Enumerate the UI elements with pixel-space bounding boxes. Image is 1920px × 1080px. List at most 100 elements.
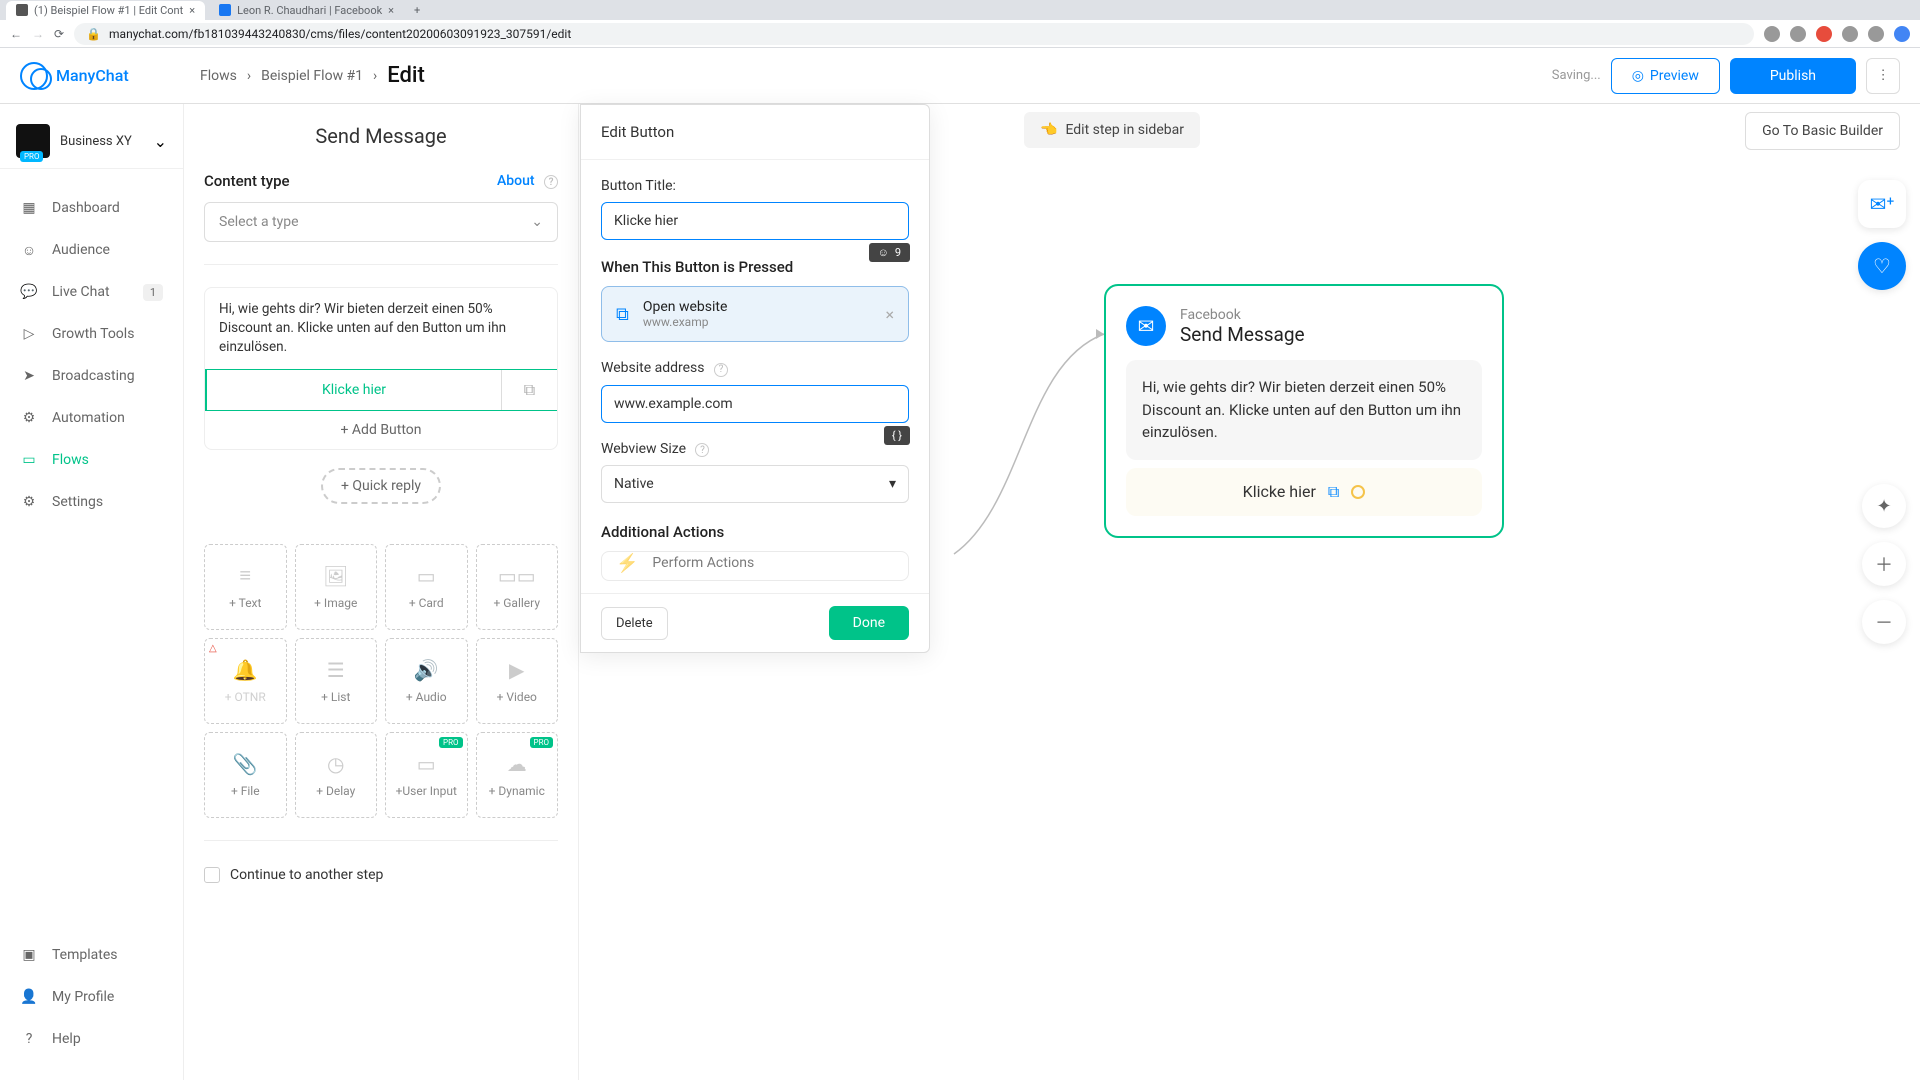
add-quick-reply[interactable]: + Quick reply: [321, 468, 441, 504]
sidebar-item-label: Automation: [52, 410, 125, 426]
add-step-button[interactable]: ✉⁺: [1858, 180, 1906, 228]
link-icon: ⧉: [501, 370, 557, 410]
action-card-open-website[interactable]: ⧉ Open website www.examp ×: [601, 286, 909, 342]
close-icon[interactable]: ×: [885, 305, 894, 324]
new-tab-button[interactable]: +: [408, 4, 426, 17]
extension-icon[interactable]: [1790, 26, 1806, 42]
button-title-input[interactable]: [601, 202, 909, 240]
extension-icon[interactable]: [1842, 26, 1858, 42]
back-icon[interactable]: ←: [10, 27, 22, 41]
action-subtitle: www.examp: [643, 315, 728, 329]
tile-dynamic[interactable]: PRO☁+ Dynamic: [476, 732, 559, 818]
sidebar-item-profile[interactable]: 👤My Profile: [0, 976, 183, 1018]
node-button[interactable]: Klicke hier ⧉: [1126, 468, 1482, 516]
sidebar-item-label: Broadcasting: [52, 368, 135, 384]
tile-card[interactable]: ▭+ Card: [385, 544, 468, 630]
message-block[interactable]: Hi, wie gehts dir? Wir bieten derzeit ei…: [204, 287, 558, 450]
zoom-out-button[interactable]: －: [1862, 600, 1906, 644]
insert-variable-button[interactable]: { }: [884, 426, 910, 445]
sidebar-item-help[interactable]: ?Help: [0, 1018, 183, 1060]
help-icon: ?: [544, 175, 558, 189]
heart-button[interactable]: ♡: [1858, 242, 1906, 290]
webview-size-select[interactable]: Native ▾: [601, 465, 909, 503]
tile-file[interactable]: 📎+ File: [204, 732, 287, 818]
about-label: About: [497, 173, 535, 189]
chevron-right-icon: ›: [373, 68, 377, 84]
badge-count: 1: [143, 284, 163, 301]
tile-audio[interactable]: 🔊+ Audio: [385, 638, 468, 724]
tile-otnr[interactable]: △🔔+ OTNR: [204, 638, 287, 724]
url-input[interactable]: 🔒 manychat.com/fb181039443240830/cms/fil…: [74, 23, 1754, 45]
website-address-input[interactable]: [601, 385, 909, 423]
zoom-in-button[interactable]: ＋: [1862, 542, 1906, 586]
popover-title: Edit Button: [581, 105, 929, 160]
extension-icon[interactable]: [1868, 26, 1884, 42]
message-text[interactable]: Hi, wie gehts dir? Wir bieten derzeit ei…: [205, 288, 557, 369]
chip-label: Edit step in sidebar: [1065, 122, 1184, 138]
emoji-icon[interactable]: ☺: [878, 246, 889, 259]
sidebar-item-dashboard[interactable]: ▦Dashboard: [0, 187, 183, 229]
content-tile-grid: ≡+ Text 🖼+ Image ▭+ Card ▭▭+ Gallery △🔔+…: [204, 544, 558, 818]
breadcrumb-item[interactable]: Flows: [200, 68, 237, 84]
edit-step-chip[interactable]: 👈 Edit step in sidebar: [1024, 112, 1200, 148]
sidebar-item-label: Flows: [52, 452, 89, 468]
extension-icon[interactable]: [1764, 26, 1780, 42]
browser-tab[interactable]: (1) Beispiel Flow #1 | Edit Cont ×: [6, 1, 205, 20]
tile-gallery[interactable]: ▭▭+ Gallery: [476, 544, 559, 630]
tile-list[interactable]: ☰+ List: [295, 638, 378, 724]
growth-icon: ▷: [20, 325, 38, 343]
done-button[interactable]: Done: [829, 606, 909, 640]
sidebar-item-templates[interactable]: ▣Templates: [0, 934, 183, 976]
about-link[interactable]: About ?: [497, 173, 558, 190]
preview-button[interactable]: ◎ Preview: [1611, 58, 1720, 94]
sidebar-item-label: My Profile: [52, 989, 114, 1005]
sidebar-item-settings[interactable]: ⚙Settings: [0, 481, 183, 523]
sidebar-item-label: Live Chat: [52, 284, 110, 300]
close-icon[interactable]: ×: [388, 4, 394, 17]
workspace-switcher[interactable]: Business XY ⌄: [0, 114, 183, 169]
tab-title: Leon R. Chaudhari | Facebook: [237, 4, 382, 17]
help-icon[interactable]: ?: [714, 363, 728, 377]
go-basic-builder-button[interactable]: Go To Basic Builder: [1745, 112, 1900, 150]
perform-actions-card[interactable]: ⚡ Perform Actions: [601, 551, 909, 581]
tile-delay[interactable]: ◷+ Delay: [295, 732, 378, 818]
checkbox[interactable]: [204, 867, 220, 883]
sidebar-item-label: Growth Tools: [52, 326, 134, 342]
add-button[interactable]: + Add Button: [205, 411, 557, 449]
breadcrumb-item[interactable]: Beispiel Flow #1: [261, 68, 363, 84]
delete-button[interactable]: Delete: [601, 607, 668, 640]
workspace-name: Business XY: [60, 134, 144, 149]
reload-icon[interactable]: ⟳: [54, 27, 64, 41]
close-icon[interactable]: ×: [189, 4, 195, 17]
list-icon: ☰: [327, 658, 345, 682]
messenger-icon: ✉: [1126, 306, 1166, 346]
tile-video[interactable]: ▶+ Video: [476, 638, 559, 724]
sidebar-item-flows[interactable]: ▭Flows: [0, 439, 183, 481]
extension-icon[interactable]: [1816, 26, 1832, 42]
menu-button[interactable]: ⋮: [1866, 58, 1900, 94]
help-icon[interactable]: ?: [695, 443, 709, 457]
chat-icon: 💬: [20, 283, 38, 301]
auto-arrange-button[interactable]: ✦: [1862, 484, 1906, 528]
message-button[interactable]: Klicke hier ⧉: [205, 369, 557, 411]
sidebar-item-automation[interactable]: ⚙Automation: [0, 397, 183, 439]
sidebar-item-audience[interactable]: ☺Audience: [0, 229, 183, 271]
tile-text[interactable]: ≡+ Text: [204, 544, 287, 630]
flow-canvas[interactable]: Send Message Content type About ? Select…: [184, 104, 1920, 1080]
sidebar-item-live-chat[interactable]: 💬 Live Chat 1: [0, 271, 183, 313]
sidebar-item-broadcasting[interactable]: ➤Broadcasting: [0, 355, 183, 397]
brand-block[interactable]: ManyChat: [20, 62, 200, 90]
browser-tab[interactable]: Leon R. Chaudhari | Facebook ×: [209, 1, 404, 20]
tile-label: + Video: [497, 690, 537, 704]
tile-label: +User Input: [396, 784, 457, 798]
flow-node[interactable]: ✉ Facebook Send Message Hi, wie gehts di…: [1104, 284, 1504, 538]
forward-icon[interactable]: →: [32, 27, 44, 41]
content-type-select[interactable]: Select a type ⌄: [204, 202, 558, 242]
continue-step-row[interactable]: Continue to another step: [204, 867, 558, 883]
tile-image[interactable]: 🖼+ Image: [295, 544, 378, 630]
sidebar-item-growth-tools[interactable]: ▷ Growth Tools: [0, 313, 183, 355]
tile-user-input[interactable]: PRO▭+User Input: [385, 732, 468, 818]
avatar-icon[interactable]: [1894, 26, 1910, 42]
text-icon: ≡: [239, 563, 251, 588]
publish-button[interactable]: Publish: [1730, 58, 1856, 94]
